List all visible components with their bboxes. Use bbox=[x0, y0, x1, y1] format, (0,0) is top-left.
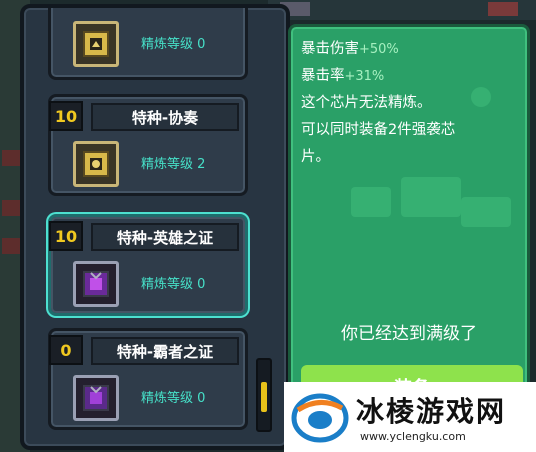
crit-damage-label: 暴击伤害 bbox=[301, 41, 359, 57]
watermark-logo-icon bbox=[291, 393, 349, 443]
chip-list-panel[interactable]: 精炼等级 0 10 特种-协奏 精炼等级 2 10 特种-英雄之证 精炼等级 0 bbox=[20, 4, 290, 450]
watermark-title: 冰棱游戏网 bbox=[356, 395, 507, 428]
chip-card[interactable]: 精炼等级 0 bbox=[48, 8, 248, 80]
equip-note-line2: 片。 bbox=[301, 149, 330, 165]
chip-card[interactable]: 0 特种-霸者之证 精炼等级 0 bbox=[48, 328, 248, 430]
chip-card-selected[interactable]: 10 特种-英雄之证 精炼等级 0 bbox=[48, 214, 248, 316]
chip-level-badge: 10 bbox=[49, 101, 83, 131]
max-level-text: 你已经达到满级了 bbox=[341, 324, 477, 344]
refine-level-text: 精炼等级 0 bbox=[141, 37, 206, 52]
panel-decoration bbox=[351, 187, 391, 217]
refine-level-text: 精炼等级 2 bbox=[141, 157, 206, 172]
chip-name: 特种-英雄之证 bbox=[91, 223, 239, 251]
chip-level-badge: 0 bbox=[49, 335, 83, 365]
chip-level-badge: 10 bbox=[49, 221, 83, 251]
chip-card[interactable]: 10 特种-协奏 精炼等级 2 bbox=[48, 94, 248, 196]
chip-name: 特种-协奏 bbox=[91, 103, 239, 131]
crit-rate-label: 暴击率 bbox=[301, 68, 345, 84]
refine-level-text: 精炼等级 0 bbox=[141, 391, 206, 406]
panel-decoration bbox=[471, 87, 491, 107]
gold-chip-icon bbox=[73, 141, 119, 187]
scrollbar[interactable] bbox=[256, 358, 272, 432]
refine-note: 这个芯片无法精炼。 bbox=[301, 95, 432, 111]
crit-damage-line: 暴击伤害+50% bbox=[301, 37, 399, 58]
refine-level-text: 精炼等级 0 bbox=[141, 277, 206, 292]
crit-damage-value: +50% bbox=[359, 42, 399, 57]
chip-name: 特种-霸者之证 bbox=[91, 337, 239, 365]
background-decoration bbox=[488, 2, 518, 16]
equip-note-line1: 可以同时装备2件强袭芯 bbox=[301, 122, 456, 138]
panel-decoration bbox=[401, 177, 461, 217]
purple-chip-icon bbox=[73, 375, 119, 421]
scrollbar-thumb[interactable] bbox=[261, 382, 267, 412]
watermark-url: www.yclengku.com bbox=[360, 430, 466, 443]
panel-decoration bbox=[461, 197, 511, 227]
crit-rate-value: +31% bbox=[344, 69, 385, 84]
purple-chip-icon bbox=[73, 261, 119, 307]
gold-chip-icon bbox=[73, 21, 119, 67]
background-top bbox=[268, 0, 536, 20]
watermark: 冰棱游戏网 www.yclengku.com bbox=[284, 382, 536, 452]
crit-rate-line: 暴击率+31% bbox=[301, 64, 384, 85]
